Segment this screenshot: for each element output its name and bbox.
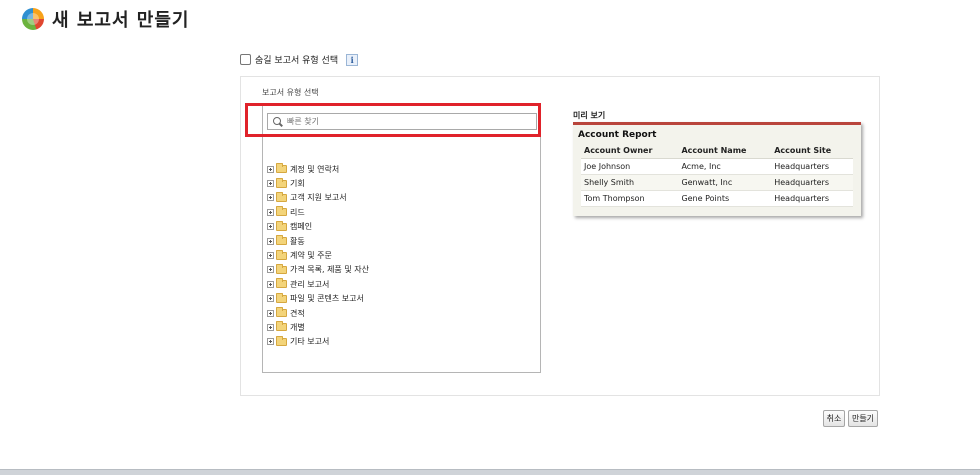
table-cell: Acme, Inc bbox=[678, 158, 772, 175]
preview-table: Account Owner Account Name Account Site … bbox=[581, 144, 853, 207]
expand-icon[interactable] bbox=[267, 280, 274, 288]
preview-column-header: Account Site bbox=[771, 144, 853, 159]
folder-tree-item[interactable]: 계정 및 연락처 bbox=[267, 162, 369, 176]
folder-icon bbox=[276, 335, 287, 346]
folder-tree-item[interactable]: 견적 bbox=[267, 306, 369, 320]
folder-label[interactable]: 고객 지원 보고서 bbox=[290, 192, 347, 203]
folder-icon bbox=[276, 191, 287, 202]
folder-tree-item[interactable]: 관리 보고서 bbox=[267, 277, 369, 291]
folder-tree-item[interactable]: 계약 및 주문 bbox=[267, 248, 369, 262]
table-cell: Shelly Smith bbox=[581, 174, 679, 191]
folder-icon bbox=[276, 206, 287, 217]
folder-tree-item[interactable]: 가격 목록, 제품 및 자산 bbox=[267, 263, 369, 277]
select-report-type-label: 보고서 유형 선택 bbox=[262, 88, 319, 97]
table-cell: Headquarters bbox=[771, 174, 853, 191]
folder-label[interactable]: 가격 목록, 제품 및 자산 bbox=[290, 264, 369, 275]
expand-icon[interactable] bbox=[267, 252, 274, 260]
expand-icon[interactable] bbox=[267, 180, 274, 188]
table-cell: Headquarters bbox=[771, 190, 853, 207]
expand-icon[interactable] bbox=[267, 323, 274, 331]
folder-tree-item[interactable]: 캠페인 bbox=[267, 220, 369, 234]
folder-icon bbox=[276, 235, 287, 246]
expand-icon[interactable] bbox=[267, 266, 274, 274]
table-cell: Tom Thompson bbox=[581, 190, 679, 207]
folder-label[interactable]: 계약 및 주문 bbox=[290, 250, 332, 261]
preview-report-title: Account Report bbox=[578, 130, 657, 140]
preview-column-header: Account Name bbox=[678, 144, 772, 159]
folder-icon bbox=[276, 307, 287, 318]
expand-icon[interactable] bbox=[267, 338, 274, 346]
cancel-button[interactable]: 취소 bbox=[823, 410, 845, 427]
hidden-report-types-option: 숨길 보고서 유형 선택 i bbox=[240, 53, 359, 66]
table-row: Shelly Smith Genwatt, Inc Headquarters bbox=[581, 174, 853, 191]
expand-icon[interactable] bbox=[267, 237, 274, 245]
table-cell: Genwatt, Inc bbox=[678, 174, 772, 191]
folder-icon bbox=[276, 163, 287, 174]
table-row: Joe Johnson Acme, Inc Headquarters bbox=[581, 158, 853, 175]
expand-icon[interactable] bbox=[267, 223, 274, 231]
preview-card: Account Report Account Owner Account Nam… bbox=[573, 122, 861, 216]
folder-tree-item[interactable]: 개별 bbox=[267, 320, 369, 334]
folder-icon bbox=[276, 278, 287, 289]
report-type-folder-tree: 계정 및 연락처기회고객 지원 보고서리드캠페인활동계약 및 주문가격 목록, … bbox=[267, 162, 369, 349]
expand-icon[interactable] bbox=[267, 165, 274, 173]
folder-icon bbox=[276, 292, 287, 303]
salesforce-logo-icon bbox=[22, 8, 44, 30]
folder-tree-item[interactable]: 활동 bbox=[267, 234, 369, 248]
bottom-scrollbar[interactable] bbox=[0, 469, 980, 475]
hidden-report-types-label[interactable]: 숨길 보고서 유형 선택 bbox=[255, 53, 338, 66]
folder-label[interactable]: 관리 보고서 bbox=[290, 279, 329, 290]
create-button[interactable]: 만들기 bbox=[848, 410, 878, 427]
preview-label: 미리 보기 bbox=[573, 111, 606, 120]
folder-tree-item[interactable]: 파일 및 콘텐츠 보고서 bbox=[267, 292, 369, 306]
hidden-report-types-checkbox[interactable] bbox=[240, 54, 251, 65]
folder-tree-item[interactable]: 기타 보고서 bbox=[267, 335, 369, 349]
folder-label[interactable]: 기회 bbox=[290, 178, 305, 189]
folder-label[interactable]: 계정 및 연락처 bbox=[290, 164, 339, 175]
info-icon[interactable]: i bbox=[346, 53, 359, 66]
page-title: 새 보고서 만들기 bbox=[52, 10, 190, 31]
table-row: Tom Thompson Gene Points Headquarters bbox=[581, 190, 853, 207]
folder-label[interactable]: 개별 bbox=[290, 322, 305, 333]
search-highlight-box bbox=[245, 103, 541, 137]
expand-icon[interactable] bbox=[267, 208, 274, 216]
folder-icon bbox=[276, 249, 287, 260]
folder-icon bbox=[276, 321, 287, 332]
folder-label[interactable]: 견적 bbox=[290, 308, 305, 319]
expand-icon[interactable] bbox=[267, 194, 274, 202]
report-type-tree-box: 계정 및 연락처기회고객 지원 보고서리드캠페인활동계약 및 주문가격 목록, … bbox=[262, 105, 541, 373]
preview-header-row: Account Owner Account Name Account Site bbox=[581, 144, 853, 159]
table-cell: Headquarters bbox=[771, 158, 853, 175]
expand-icon[interactable] bbox=[267, 295, 274, 303]
folder-label[interactable]: 파일 및 콘텐츠 보고서 bbox=[290, 293, 364, 304]
expand-icon[interactable] bbox=[267, 309, 274, 317]
folder-icon bbox=[276, 177, 287, 188]
page-header: 새 보고서 만들기 bbox=[22, 4, 189, 34]
folder-tree-item[interactable]: 리드 bbox=[267, 205, 369, 219]
folder-icon bbox=[276, 220, 287, 231]
folder-icon bbox=[276, 263, 287, 274]
folder-label[interactable]: 활동 bbox=[290, 236, 305, 247]
folder-tree-item[interactable]: 고객 지원 보고서 bbox=[267, 191, 369, 205]
folder-label[interactable]: 기타 보고서 bbox=[290, 336, 329, 347]
table-cell: Joe Johnson bbox=[581, 158, 679, 175]
table-cell: Gene Points bbox=[678, 190, 772, 207]
folder-label[interactable]: 캠페인 bbox=[290, 221, 312, 232]
preview-column-header: Account Owner bbox=[581, 144, 679, 159]
folder-label[interactable]: 리드 bbox=[290, 207, 305, 218]
folder-tree-item[interactable]: 기회 bbox=[267, 176, 369, 190]
